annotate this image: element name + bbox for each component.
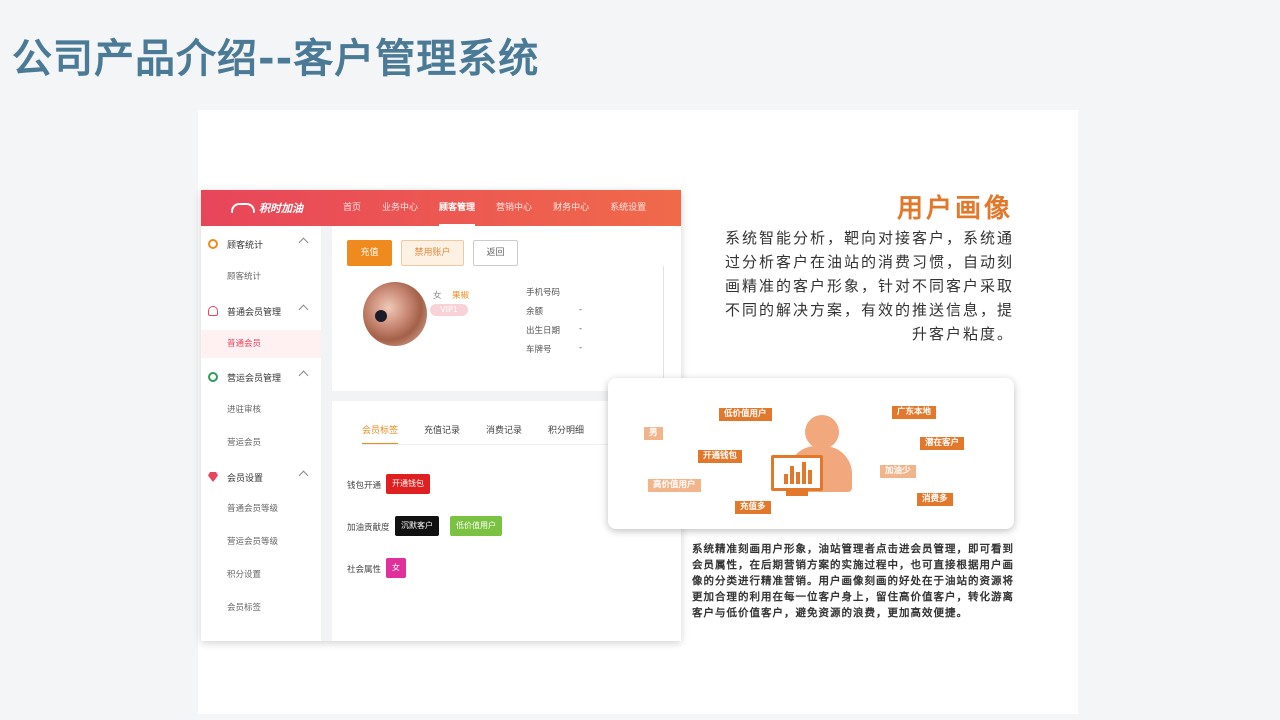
vip-badge: VIP1 [430,304,468,316]
sidebar-group-label: 营运会员管理 [227,373,282,384]
bottom-description: 系统精准刻画用户形象，油站管理者点击进会员管理，即可看到会员属性，在后期营销方案… [692,543,1014,619]
sidebar-item-stats[interactable]: 顾客统计 [201,263,321,291]
nav-customers[interactable]: 顾客管理 [439,190,476,226]
nav-home[interactable]: 首页 [343,190,361,226]
sidebar-item-operating[interactable]: 营运会员 [201,429,321,457]
sidebar-item-points[interactable]: 积分设置 [201,561,321,589]
sidebar-group-operating[interactable]: 营运会员管理 [201,363,321,391]
tab-recharge-records[interactable]: 充值记录 [424,423,460,441]
field-label-balance: 余额 [526,307,544,317]
field-value-plate: - [579,343,583,353]
field-label-plate: 车牌号 [526,345,552,355]
sidebar-item-operating-level[interactable]: 营运会员等级 [201,528,321,556]
divider [362,444,622,445]
tab-consumption-records[interactable]: 消费记录 [486,423,522,441]
portrait-tag: 男 [644,427,663,440]
sidebar: 顾客统计 顾客统计 普通会员管理 普通会员 营运会员管理 进驻审核 营运会员 会… [201,226,321,641]
tag-female[interactable]: 女 [386,558,406,578]
back-button[interactable]: 返回 [473,240,518,266]
field-value-birthday: - [579,324,583,334]
dollar-icon [208,372,218,382]
diamond-icon [208,472,218,482]
car-logo-icon [231,203,255,213]
chevron-up-icon [298,370,309,381]
user-icon [208,306,218,316]
logo-text: 积时加油 [259,202,303,215]
portrait-tag: 开通钱包 [698,450,743,463]
attr-label-social: 社会属性 [347,565,382,575]
field-value-balance: - [579,305,583,315]
portrait-tag: 充值多 [735,501,771,514]
member-name: 果椒 [452,291,470,301]
member-info-panel: 充值 禁用账户 返回 女 果椒 VIP1 手机号码 余额 - 出生日期 - 车牌… [332,226,681,391]
feature-title: 用户画像 [897,194,1014,224]
disable-account-button[interactable]: 禁用账户 [401,240,464,266]
sidebar-group-settings[interactable]: 会员设置 [201,463,321,491]
portrait-tag: 加油少 [880,465,916,478]
nav-business[interactable]: 业务中心 [382,190,418,226]
sidebar-item-review[interactable]: 进驻审核 [201,396,321,424]
field-label-phone: 手机号码 [526,288,561,298]
recharge-button[interactable]: 充值 [347,240,392,266]
sidebar-item-tags[interactable]: 会员标签 [201,594,321,622]
sidebar-group-label: 普通会员管理 [227,307,282,318]
slide-title: 公司产品介绍--客户管理系统 [12,36,540,82]
sidebar-group-label: 会员设置 [227,473,264,484]
divider [663,266,664,381]
monitor-stand [786,491,808,496]
app-logo[interactable]: 积时加油 [231,190,303,226]
sidebar-item-members[interactable]: 普通会员 [201,330,321,358]
feature-description: 系统智能分析，靶向对接客户，系统通过分析客户在油站的消费习惯，自动刻画精准的客户… [724,229,1014,343]
tag-wallet[interactable]: 开通钱包 [386,474,430,494]
top-nav-bar: 积时加油 首页 业务中心 顾客管理 营销中心 财务中心 系统设置 [201,190,681,226]
field-label-birthday: 出生日期 [526,326,561,336]
chevron-up-icon [298,304,309,315]
sidebar-group-members[interactable]: 普通会员管理 [201,297,321,325]
tab-points-detail[interactable]: 积分明细 [548,423,584,441]
attr-label-contribution: 加油贡献度 [347,523,390,533]
sidebar-group-label: 顾客统计 [227,240,264,251]
portrait-tag: 广东本地 [892,406,937,419]
portrait-tag: 消费多 [917,493,953,506]
portrait-tag: 潜在客户 [920,437,965,450]
pie-icon [208,239,218,249]
portrait-tag: 低价值用户 [719,408,772,421]
sidebar-group-stats[interactable]: 顾客统计 [201,230,321,258]
nav-marketing[interactable]: 营销中心 [496,190,532,226]
chevron-up-icon [298,237,309,248]
user-portrait-card: 男 低价值用户 开通钱包 高价值用户 充值多 广东本地 潜在客户 加油少 消费多 [608,378,1014,529]
nav-settings[interactable]: 系统设置 [610,190,646,226]
portrait-tag: 高价值用户 [648,479,701,492]
tag-silent-customer[interactable]: 沉默客户 [395,516,439,536]
attr-label-wallet: 钱包开通 [347,481,382,491]
chevron-up-icon [298,470,309,481]
monitor-chart-icon [771,455,823,491]
nav-finance[interactable]: 财务中心 [553,190,589,226]
sidebar-item-member-level[interactable]: 普通会员等级 [201,495,321,523]
person-icon [805,415,839,449]
tab-member-tags[interactable]: 会员标签 [362,423,399,445]
member-gender: 女 [433,291,442,301]
tag-low-value-user[interactable]: 低价值用户 [450,516,502,536]
avatar [363,282,427,346]
